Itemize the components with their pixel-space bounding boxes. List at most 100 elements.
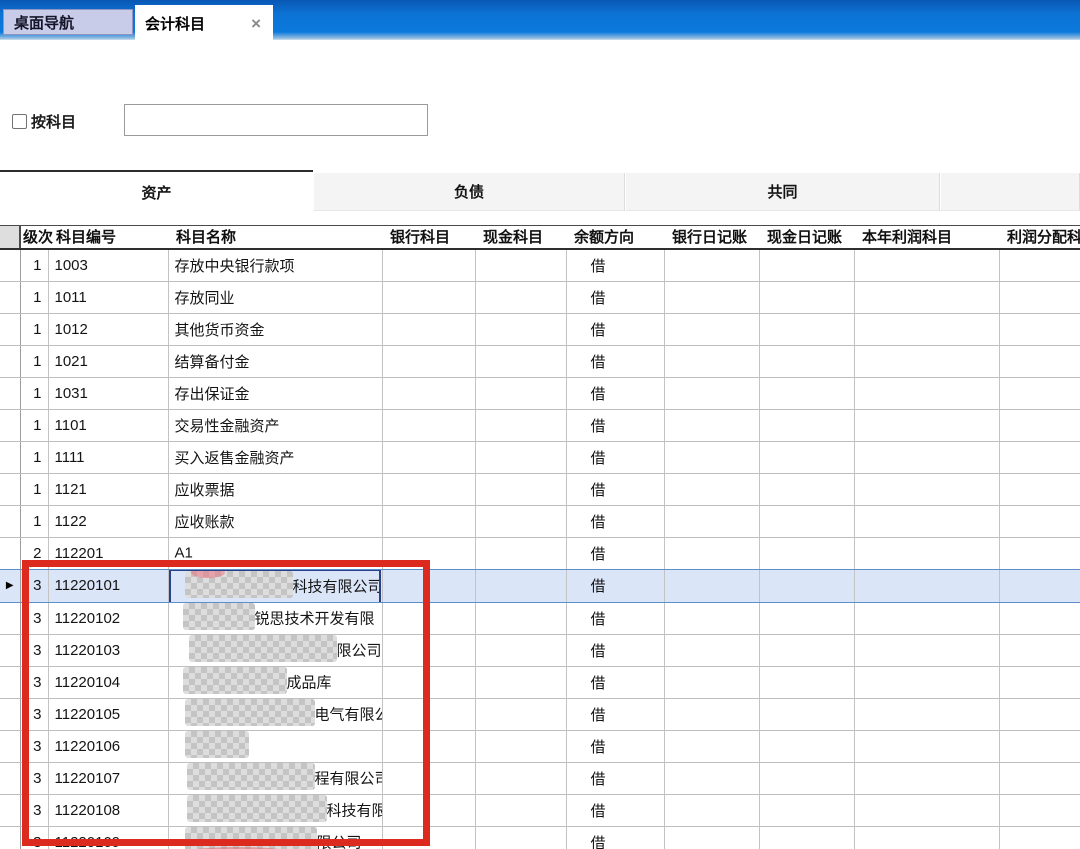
tab-liabilities[interactable]: 负债	[313, 173, 625, 211]
cell-profit-distribution-subject[interactable]	[999, 762, 1080, 794]
cell-balance-direction[interactable]: 借	[566, 730, 664, 762]
cell-cash-subject[interactable]	[475, 698, 566, 730]
cell-profit-distribution-subject[interactable]	[999, 698, 1080, 730]
row-selector[interactable]	[0, 377, 20, 409]
cell-cash-subject[interactable]	[475, 249, 566, 281]
cell-code[interactable]: 1121	[48, 473, 168, 505]
cell-level[interactable]: 1	[20, 345, 48, 377]
cell-cash-journal[interactable]	[759, 602, 854, 634]
cell-profit-distribution-subject[interactable]	[999, 537, 1080, 569]
cell-bank-journal[interactable]	[664, 666, 759, 698]
cell-code[interactable]: 11220109	[48, 826, 168, 849]
table-row[interactable]: 11021结算备付金借	[0, 345, 1080, 377]
cell-bank-subject[interactable]	[382, 826, 475, 849]
table-row[interactable]: ▶311220101科技有限公司借	[0, 569, 1080, 602]
cell-bank-journal[interactable]	[664, 698, 759, 730]
cell-cash-subject[interactable]	[475, 281, 566, 313]
cell-balance-direction[interactable]: 借	[566, 537, 664, 569]
row-selector[interactable]	[0, 313, 20, 345]
cell-cash-journal[interactable]	[759, 313, 854, 345]
cell-code[interactable]: 112201	[48, 537, 168, 569]
cell-name[interactable]: 存出保证金	[168, 377, 382, 409]
cell-bank-journal[interactable]	[664, 409, 759, 441]
cell-cash-journal[interactable]	[759, 345, 854, 377]
row-selector[interactable]	[0, 730, 20, 762]
cell-profit-distribution-subject[interactable]	[999, 345, 1080, 377]
cell-level[interactable]: 1	[20, 313, 48, 345]
cell-bank-subject[interactable]	[382, 249, 475, 281]
cell-cash-subject[interactable]	[475, 505, 566, 537]
cell-cash-journal[interactable]	[759, 698, 854, 730]
cell-level[interactable]: 3	[20, 826, 48, 849]
cell-name[interactable]: 科技有限公司	[168, 569, 382, 602]
cell-cash-subject[interactable]	[475, 666, 566, 698]
table-row[interactable]: 311220102锐思技术开发有限借	[0, 602, 1080, 634]
cell-name[interactable]: 锐思技术开发有限	[168, 602, 382, 634]
row-selector[interactable]	[0, 409, 20, 441]
cell-code[interactable]: 1003	[48, 249, 168, 281]
cell-balance-direction[interactable]: 借	[566, 634, 664, 666]
table-row[interactable]: 311220105电气有限公司借	[0, 698, 1080, 730]
cell-level[interactable]: 1	[20, 473, 48, 505]
cell-level[interactable]: 3	[20, 730, 48, 762]
cell-year-profit-subject[interactable]	[854, 762, 999, 794]
cell-balance-direction[interactable]: 借	[566, 505, 664, 537]
cell-code[interactable]: 1011	[48, 281, 168, 313]
cell-level[interactable]: 3	[20, 602, 48, 634]
cell-bank-subject[interactable]	[382, 794, 475, 826]
cell-name[interactable]: 买入返售金融资产	[168, 441, 382, 473]
cell-code[interactable]: 11220101	[48, 569, 168, 602]
cell-year-profit-subject[interactable]	[854, 409, 999, 441]
col-header-cash-subject[interactable]: 现金科目	[475, 226, 566, 250]
cell-name[interactable]: 应收票据	[168, 473, 382, 505]
window-tab-accounting-subjects[interactable]: 会计科目 ×	[135, 5, 273, 42]
cell-bank-subject[interactable]	[382, 345, 475, 377]
cell-balance-direction[interactable]: 借	[566, 345, 664, 377]
cell-year-profit-subject[interactable]	[854, 602, 999, 634]
cell-cash-subject[interactable]	[475, 345, 566, 377]
cell-cash-journal[interactable]	[759, 281, 854, 313]
cell-name[interactable]: A1	[168, 537, 382, 569]
cell-balance-direction[interactable]: 借	[566, 666, 664, 698]
cell-name[interactable]: 限公司	[168, 826, 382, 849]
table-row[interactable]: 11003存放中央银行款项借	[0, 249, 1080, 281]
cell-profit-distribution-subject[interactable]	[999, 377, 1080, 409]
cell-year-profit-subject[interactable]	[854, 537, 999, 569]
window-tab-desktop-nav[interactable]: 桌面导航	[3, 9, 133, 35]
cell-year-profit-subject[interactable]	[854, 698, 999, 730]
cell-bank-journal[interactable]	[664, 537, 759, 569]
cell-code[interactable]: 1122	[48, 505, 168, 537]
cell-year-profit-subject[interactable]	[854, 441, 999, 473]
cell-profit-distribution-subject[interactable]	[999, 602, 1080, 634]
cell-bank-subject[interactable]	[382, 281, 475, 313]
cell-year-profit-subject[interactable]	[854, 473, 999, 505]
cell-bank-subject[interactable]	[382, 313, 475, 345]
cell-balance-direction[interactable]: 借	[566, 826, 664, 849]
col-header-balance-direction[interactable]: 余额方向	[566, 226, 664, 250]
cell-profit-distribution-subject[interactable]	[999, 313, 1080, 345]
cell-code[interactable]: 1111	[48, 441, 168, 473]
table-row[interactable]: 11121应收票据借	[0, 473, 1080, 505]
cell-cash-journal[interactable]	[759, 409, 854, 441]
row-selector[interactable]	[0, 281, 20, 313]
cell-cash-journal[interactable]	[759, 377, 854, 409]
cell-code[interactable]: 1031	[48, 377, 168, 409]
cell-bank-subject[interactable]	[382, 569, 475, 602]
table-row[interactable]: 11012其他货币资金借	[0, 313, 1080, 345]
cell-profit-distribution-subject[interactable]	[999, 441, 1080, 473]
cell-cash-subject[interactable]	[475, 441, 566, 473]
cell-profit-distribution-subject[interactable]	[999, 249, 1080, 281]
table-row[interactable]: 2112201A1借	[0, 537, 1080, 569]
table-row[interactable]: 11111买入返售金融资产借	[0, 441, 1080, 473]
cell-level[interactable]: 1	[20, 505, 48, 537]
cell-balance-direction[interactable]: 借	[566, 281, 664, 313]
row-selector[interactable]	[0, 249, 20, 281]
cell-name[interactable]: 存放中央银行款项	[168, 249, 382, 281]
cell-bank-subject[interactable]	[382, 409, 475, 441]
table-row[interactable]: 11101交易性金融资产借	[0, 409, 1080, 441]
cell-year-profit-subject[interactable]	[854, 281, 999, 313]
row-selector[interactable]	[0, 698, 20, 730]
table-row[interactable]: 311220107程有限公司借	[0, 762, 1080, 794]
close-icon[interactable]: ×	[249, 15, 263, 32]
cell-level[interactable]: 1	[20, 281, 48, 313]
